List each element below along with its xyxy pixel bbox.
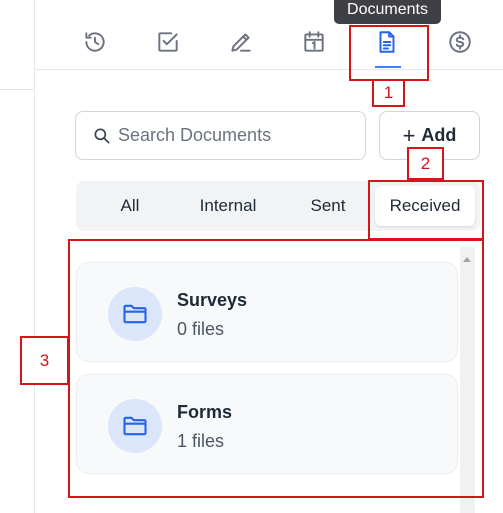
search-input[interactable] xyxy=(118,125,358,146)
left-pane-divider xyxy=(0,89,35,90)
tab-billing[interactable] xyxy=(440,22,480,62)
filter-tab-all[interactable]: All xyxy=(90,186,170,226)
annotation-label-1: 1 xyxy=(372,79,405,107)
tab-tasks[interactable] xyxy=(148,22,188,62)
filter-tab-internal[interactable]: Internal xyxy=(182,186,274,226)
tab-icon-bar xyxy=(35,22,503,64)
search-field[interactable] xyxy=(75,111,366,160)
documents-panel-screen: Documents + Add All Internal Sent Receiv… xyxy=(0,0,503,513)
annotation-label-2: 2 xyxy=(407,147,444,180)
search-icon xyxy=(94,128,110,143)
annotation-label-3: 3 xyxy=(20,336,69,385)
filter-tab-sent[interactable]: Sent xyxy=(288,186,368,226)
annotation-box-3 xyxy=(68,239,484,498)
dollar-icon xyxy=(449,31,471,53)
left-pane xyxy=(0,0,35,513)
history-icon xyxy=(85,32,105,52)
add-button-label: Add xyxy=(421,125,457,145)
pen-icon xyxy=(231,33,251,52)
tab-edit[interactable] xyxy=(221,22,261,62)
annotation-box-1 xyxy=(349,25,429,81)
plus-icon: + xyxy=(402,122,416,148)
tab-calendar[interactable] xyxy=(294,22,334,62)
checkbox-icon xyxy=(158,32,178,52)
header-divider xyxy=(35,69,503,70)
tab-history[interactable] xyxy=(75,22,115,62)
annotation-box-2 xyxy=(368,180,484,240)
calendar-icon xyxy=(304,31,324,52)
documents-tooltip: Documents xyxy=(334,0,441,24)
